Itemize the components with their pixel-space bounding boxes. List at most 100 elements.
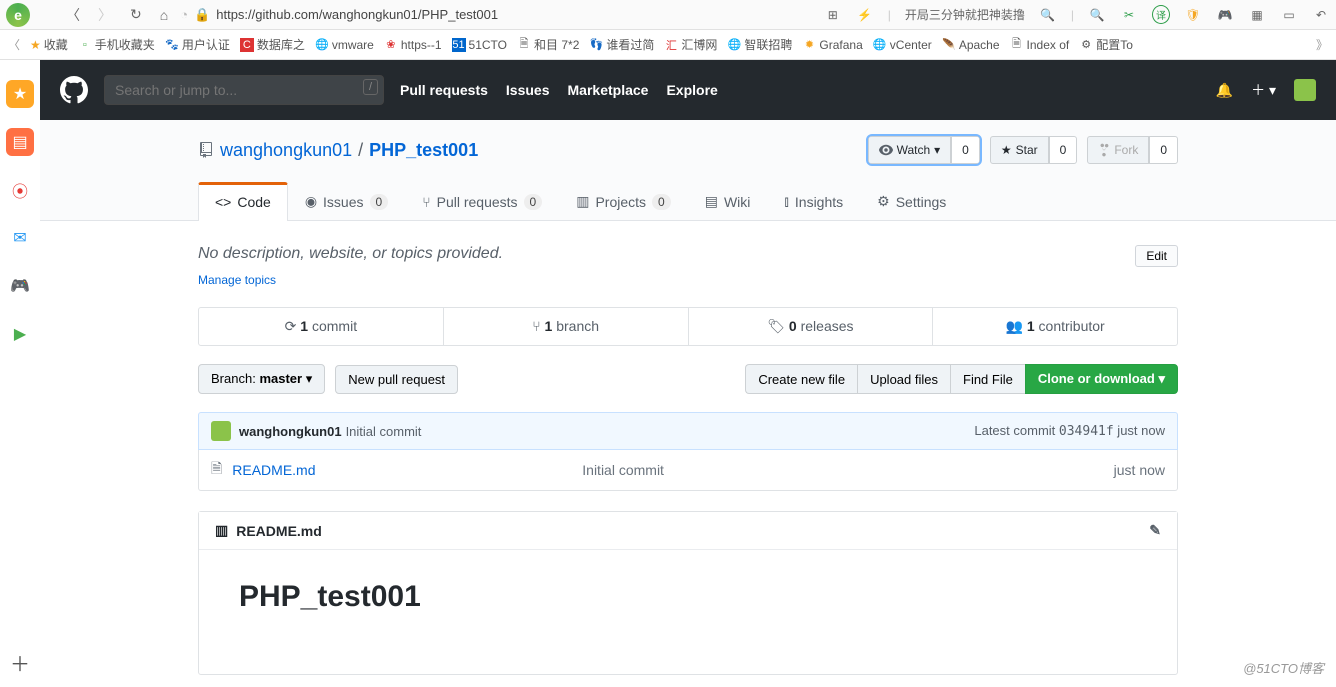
bookmark-item[interactable]: 5151CTO: [452, 38, 507, 52]
sidebar-star-icon[interactable]: ★: [6, 80, 34, 108]
nav-explore[interactable]: Explore: [666, 82, 717, 98]
search-input[interactable]: [104, 75, 384, 105]
file-navigation: Branch: master ▾ New pull request Create…: [198, 364, 1178, 394]
bookmark-item[interactable]: ▫手机收藏夹: [78, 36, 155, 53]
bookmark-item[interactable]: 👣谁看过简: [589, 36, 654, 53]
sidebar-game-icon[interactable]: 🎮: [6, 272, 34, 300]
bookmark-item[interactable]: 🪶Apache: [942, 38, 1000, 52]
commit-author-link[interactable]: wanghongkun01: [239, 424, 342, 439]
watch-count[interactable]: 0: [951, 136, 980, 164]
sidebar-news-icon[interactable]: ▤: [6, 128, 34, 156]
manage-topics-link[interactable]: Manage topics: [198, 273, 276, 287]
latest-commit-bar: wanghongkun01 Initial commit Latest comm…: [198, 412, 1178, 450]
sidebar-mail-icon[interactable]: ✉: [6, 224, 34, 252]
bookmark-chevron-right[interactable]: 》: [1316, 36, 1328, 53]
add-sidebar-button[interactable]: ＋: [10, 648, 30, 677]
address-bar[interactable]: ◔ 🔒 https://github.com/wanghongkun01/PHP…: [180, 7, 812, 23]
bookmark-item[interactable]: 🌐智联招聘: [727, 36, 792, 53]
repo-header: wanghongkun01 / PHP_test001 Watch ▾ 0 ★ …: [40, 120, 1336, 221]
file-commit-message[interactable]: Initial commit: [582, 462, 1113, 478]
commits-link[interactable]: ⟳ 1 commit: [199, 308, 444, 345]
fork-count[interactable]: 0: [1149, 136, 1178, 164]
repo-stats: ⟳ 1 commit ⑂ 1 branch 🏷 0 releases 👥 1 c…: [198, 307, 1178, 346]
nav-issues[interactable]: Issues: [506, 82, 550, 98]
file-age: just now: [1114, 462, 1165, 478]
fork-button[interactable]: Fork: [1087, 136, 1149, 164]
bookmark-item[interactable]: ✹Grafana: [802, 38, 862, 52]
nav-pull-requests[interactable]: Pull requests: [400, 82, 488, 98]
gamepad-icon[interactable]: 🎮: [1216, 8, 1234, 22]
find-file-button[interactable]: Find File: [950, 364, 1025, 394]
contributors-link[interactable]: 👥 1 contributor: [933, 308, 1177, 345]
tab-code[interactable]: <> Code: [198, 182, 288, 221]
clone-download-button[interactable]: Clone or download ▾: [1025, 364, 1178, 394]
notifications-icon[interactable]: 🔔: [1216, 82, 1233, 99]
page-viewport: / Pull requests Issues Marketplace Explo…: [40, 60, 1336, 687]
translate-icon[interactable]: 译: [1152, 5, 1170, 24]
apps-icon[interactable]: ▦: [1248, 8, 1266, 22]
commit-message-link[interactable]: Initial commit: [346, 424, 422, 439]
tab-settings[interactable]: ⚙ Settings: [860, 182, 963, 220]
sidebar-video-icon[interactable]: ▶: [6, 320, 34, 348]
bookmark-item[interactable]: 汇汇博网: [664, 36, 717, 53]
tool-search-icon[interactable]: 🔍: [1088, 8, 1106, 22]
flash-icon[interactable]: ⚡: [856, 8, 874, 22]
github-logo[interactable]: [60, 76, 88, 104]
bookmark-item[interactable]: 🗎Index of: [1010, 38, 1070, 52]
commit-author-avatar[interactable]: [211, 421, 231, 441]
bookmark-item[interactable]: 🐾用户认证: [165, 36, 230, 53]
qr-icon[interactable]: ⊞: [824, 8, 842, 22]
star-button[interactable]: ★ Star: [990, 136, 1049, 164]
bookmark-item[interactable]: ❀https--1: [384, 38, 442, 52]
file-row: 🗎 README.md Initial commit just now: [199, 450, 1177, 490]
tab-wiki[interactable]: ▤ Wiki: [688, 182, 768, 220]
tablet-icon[interactable]: ▭: [1280, 8, 1298, 22]
create-new-icon[interactable]: ＋ ▾: [1251, 80, 1276, 100]
commit-sha-link[interactable]: 034941f: [1059, 424, 1114, 439]
shield-icon[interactable]: 🛡: [1184, 8, 1202, 22]
bookmark-item[interactable]: 🌐vCenter: [873, 38, 932, 52]
tab-issues[interactable]: ◉ Issues 0: [288, 182, 405, 220]
forward-button[interactable]: 〉: [98, 5, 112, 25]
owner-link[interactable]: wanghongkun01: [220, 140, 352, 161]
watch-button[interactable]: Watch ▾: [868, 136, 952, 164]
user-avatar[interactable]: [1294, 79, 1316, 101]
nav-marketplace[interactable]: Marketplace: [568, 82, 649, 98]
star-count[interactable]: 0: [1049, 136, 1078, 164]
refresh-button[interactable]: ↻: [130, 6, 142, 23]
tab-projects[interactable]: ▥ Projects 0: [559, 182, 688, 220]
edit-readme-button[interactable]: ✎: [1149, 522, 1161, 539]
file-icon: 🗎: [211, 458, 222, 482]
branch-select-button[interactable]: Branch: master ▾: [198, 364, 325, 394]
sidebar-weibo-icon[interactable]: ⦿: [6, 176, 34, 204]
scissors-icon[interactable]: ✂: [1120, 8, 1138, 22]
upload-files-button[interactable]: Upload files: [857, 364, 950, 394]
github-search[interactable]: /: [104, 75, 384, 105]
url-text: https://github.com/wanghongkun01/PHP_tes…: [216, 7, 498, 22]
site-info-icon[interactable]: ◔: [180, 7, 188, 22]
repo-nav: <> Code ◉ Issues 0 ⑂ Pull requests 0 ▥ P…: [198, 182, 1178, 220]
edit-description-button[interactable]: Edit: [1135, 245, 1178, 267]
home-button[interactable]: ⌂: [160, 7, 168, 23]
new-pull-request-button[interactable]: New pull request: [335, 365, 458, 394]
branches-link[interactable]: ⑂ 1 branch: [444, 308, 689, 345]
browser-toolbar: e 〈 〉 ↻ ⌂ ◔ 🔒 https://github.com/wanghon…: [0, 0, 1336, 30]
bookmark-item[interactable]: 🌐vmware: [315, 38, 374, 52]
create-file-button[interactable]: Create new file: [745, 364, 857, 394]
undo-icon[interactable]: ↶: [1312, 8, 1330, 22]
tab-hint[interactable]: 开局三分钟就把神装撸: [905, 6, 1025, 23]
search-icon[interactable]: 🔍: [1039, 8, 1057, 22]
favorites-button[interactable]: ★收藏: [30, 36, 68, 53]
file-name-link[interactable]: README.md: [232, 462, 582, 478]
repo-body: No description, website, or topics provi…: [198, 221, 1178, 687]
tab-pull-requests[interactable]: ⑂ Pull requests 0: [405, 182, 559, 220]
tab-insights[interactable]: ⫾ Insights: [767, 182, 860, 220]
releases-link[interactable]: 🏷 0 releases: [689, 308, 934, 345]
repo-name-link[interactable]: PHP_test001: [369, 140, 478, 161]
bookmark-item[interactable]: 🗎和目 7*2: [517, 36, 579, 53]
readme-title: PHP_test001: [239, 580, 1137, 614]
bookmark-item[interactable]: C数据库之: [240, 36, 305, 53]
back-button[interactable]: 〈: [66, 5, 80, 25]
bookmark-item[interactable]: ⚙配置To: [1079, 36, 1133, 53]
bookmark-chevron-left[interactable]: 〈: [8, 36, 20, 53]
